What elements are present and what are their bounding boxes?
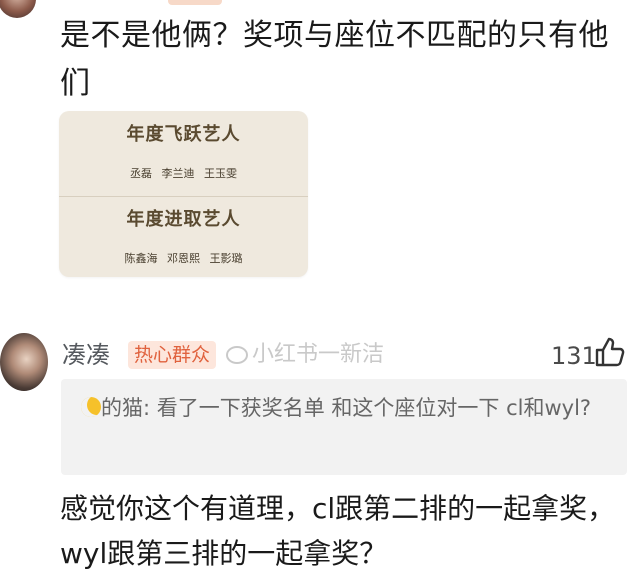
award-names-1: 丞磊 李兰迪 王玉雯 [130,167,237,180]
award-block-2: 年度进取艺人 陈鑫海 邓恩熙 王影璐 [59,206,308,270]
quoted-body: 看了一下获奖名单 和这个座位对一下 cl和wyl? [150,396,592,420]
previous-comment-avatar[interactable] [0,0,36,18]
award-divider [59,196,308,197]
award-title-2: 年度进取艺人 [126,209,241,230]
thumbs-up-icon[interactable] [592,334,628,370]
commenter-avatar[interactable] [0,333,48,391]
post-text: 是不是他俩？奖项与座位不匹配的只有他们 [60,18,609,101]
award-title-1: 年度飞跃艺人 [126,124,241,145]
watermark: 小红书一新洁 [226,339,384,371]
weibo-logo-icon [226,346,248,364]
like-count: 131 [551,342,597,370]
quoted-comment-text: 的猫: 看了一下获奖名单 和这个座位对一下 cl和wyl? [81,391,611,425]
reply-text: 感觉你这个有道理，cl跟第二排的一起拿奖，wyl跟第三排的一起拿奖？ [60,492,616,570]
award-names-2: 陈鑫海 邓恩熙 王影璐 [124,252,243,265]
crescent-moon-icon [81,397,101,417]
user-badge: 热心群众 [128,341,217,369]
quoted-author[interactable]: 的猫: [101,396,150,420]
previous-badge-fragment [168,0,222,5]
award-image-card[interactable]: 年度飞跃艺人 丞磊 李兰迪 王玉雯 年度进取艺人 陈鑫海 邓恩熙 王影璐 [59,111,308,277]
watermark-text: 小红书一新洁 [252,342,385,367]
quoted-comment[interactable]: 的猫: 看了一下获奖名单 和这个座位对一下 cl和wyl? [61,379,627,475]
commenter-username[interactable]: 凑凑 [62,337,110,373]
award-block-1: 年度飞跃艺人 丞磊 李兰迪 王玉雯 [59,121,308,185]
